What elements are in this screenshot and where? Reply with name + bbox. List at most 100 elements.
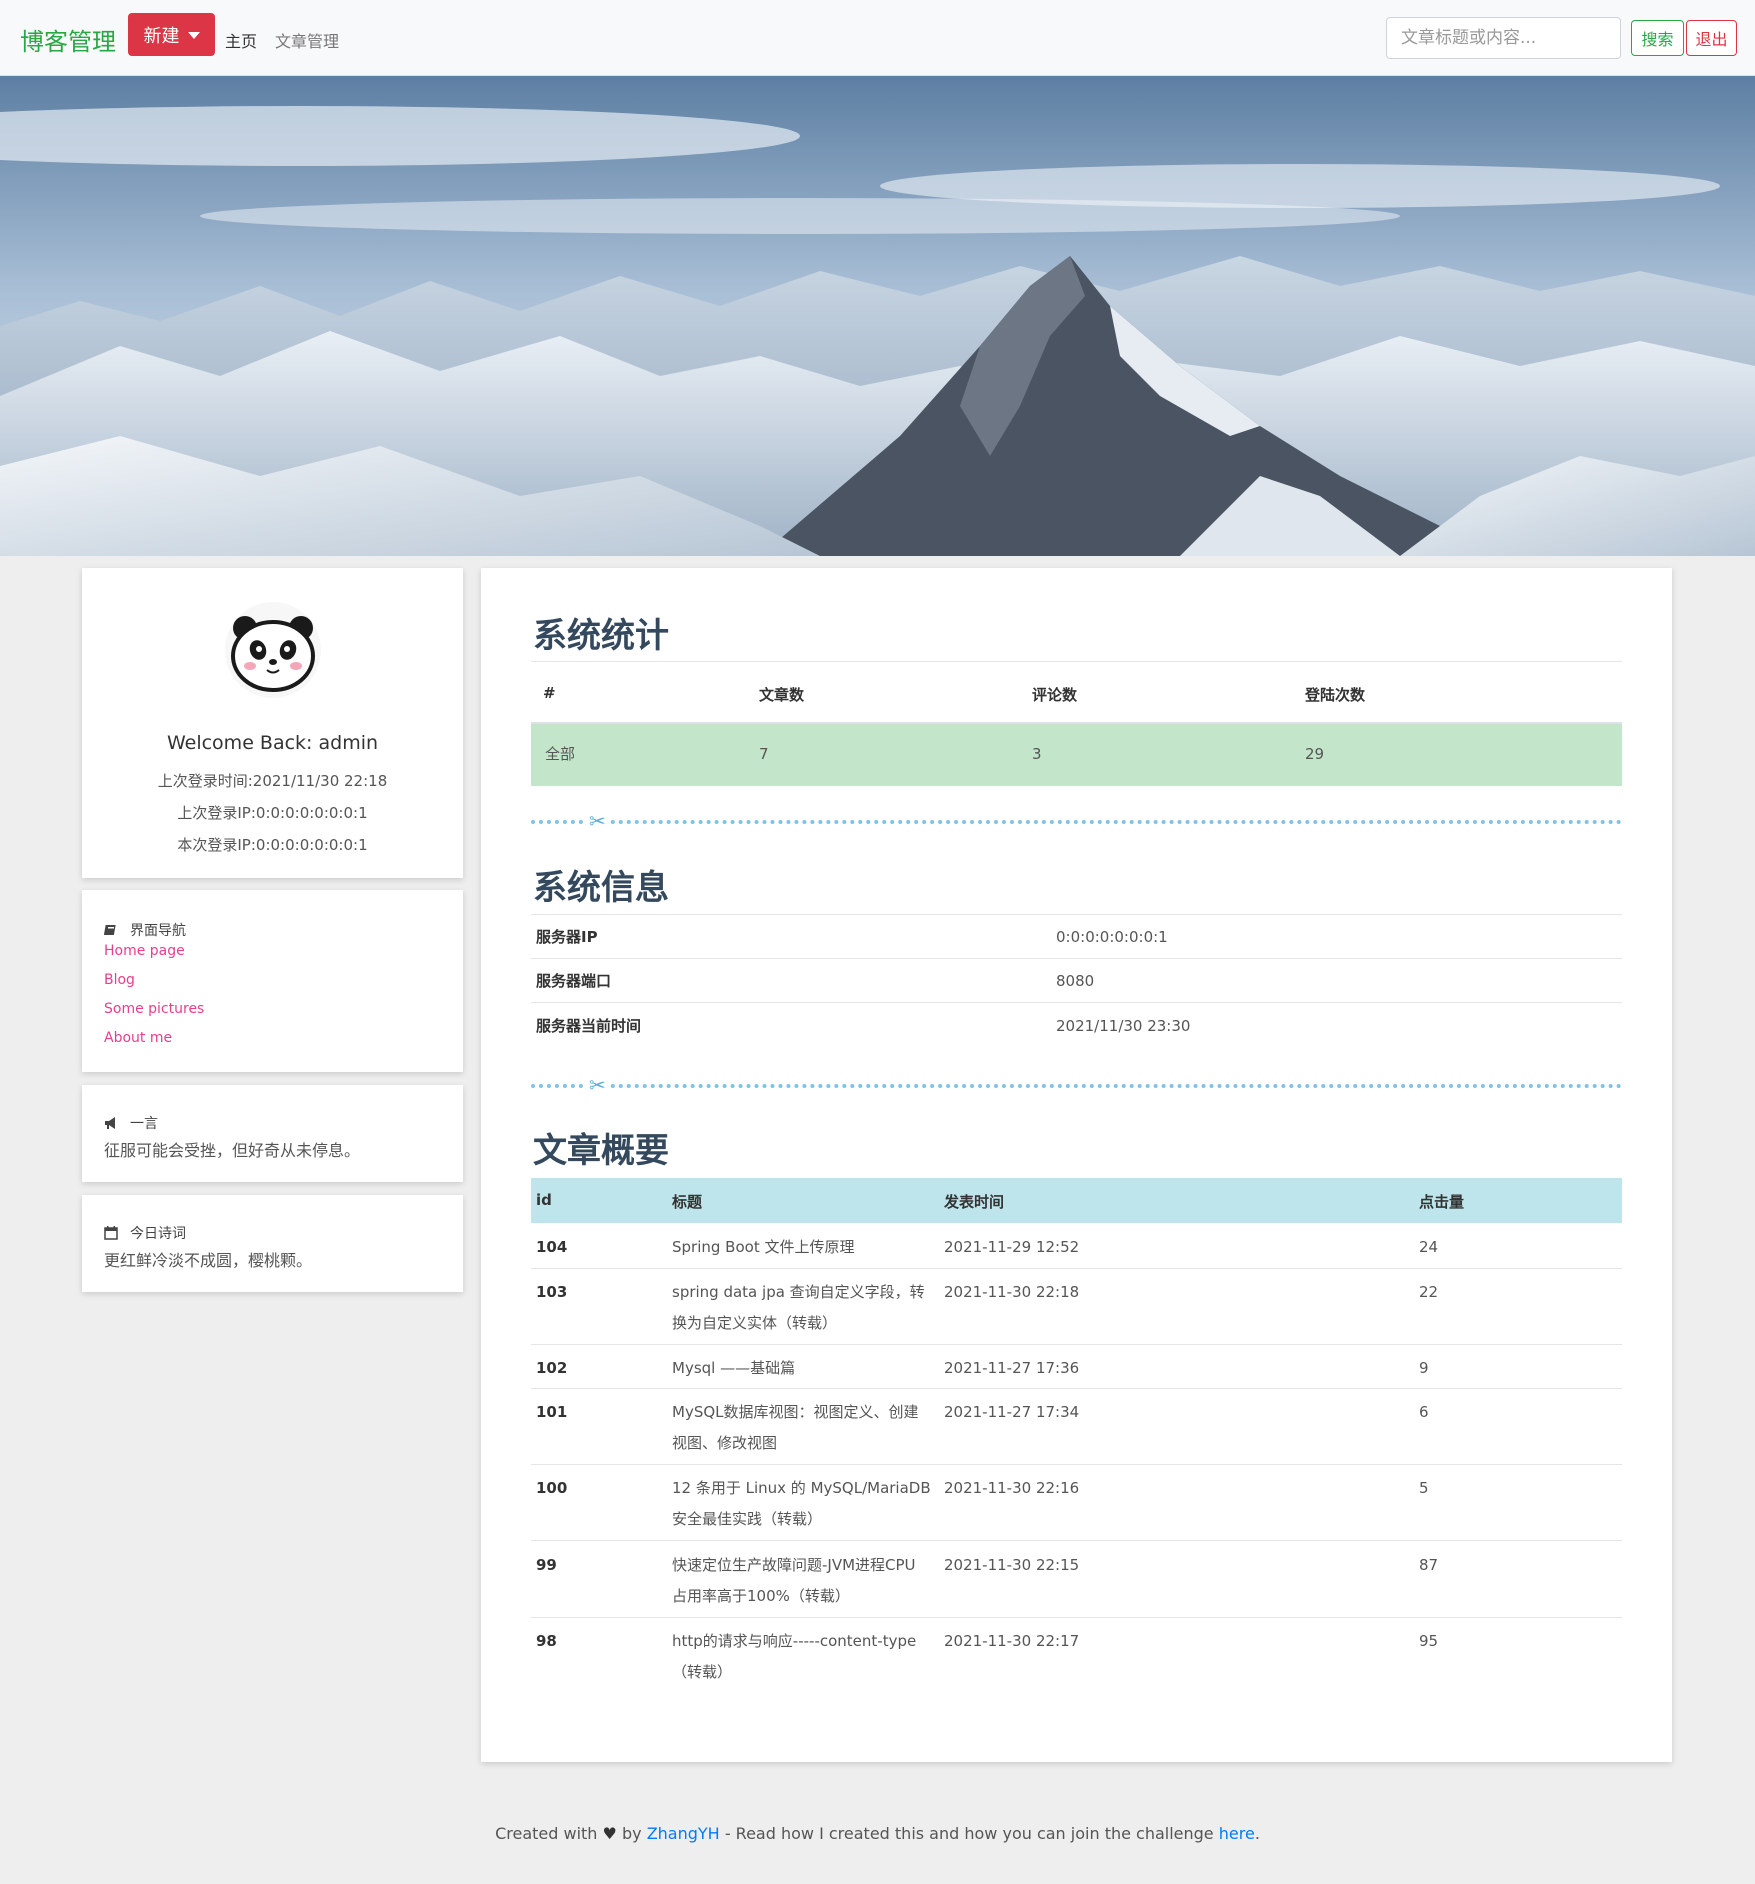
article-clicks: 5 [1419,1479,1429,1497]
article-title-link[interactable]: MySQL数据库视图：视图定义、创建 [672,1397,919,1428]
article-clicks: 9 [1419,1359,1429,1377]
new-dropdown-button[interactable]: 新建 [128,13,215,56]
stats-cell-articles: 7 [759,745,769,763]
footer-created-with: Created with [495,1824,598,1843]
article-clicks: 22 [1419,1283,1439,1301]
info-border-1 [531,958,1622,959]
poem-card: 今日诗词 更红鲜冷淡不成圆，樱桃颗。 [82,1195,463,1292]
article-id: 99 [536,1556,557,1574]
quote-card-title-text: 一言 [130,1116,158,1132]
sidebar-link-blog[interactable]: Blog [104,972,135,988]
sidebar-link-some-pictures[interactable]: Some pictures [104,1001,204,1017]
info-value-time: 2021/11/30 23:30 [1056,1017,1191,1035]
scissors-icon: ✂ [585,811,610,831]
caret-down-icon [187,32,200,39]
stats-header-hash: # [543,684,556,702]
stats-cell-comments: 3 [1032,745,1042,763]
nav-articles-link[interactable]: 文章管理 [275,28,339,52]
article-title-line2[interactable]: 视图、修改视图 [672,1428,777,1459]
search-button[interactable]: 搜索 [1631,20,1684,56]
articles-header-title: 标题 [672,1193,703,1211]
article-title-link[interactable]: http的请求与响应-----content-type [672,1626,916,1657]
article-clicks: 24 [1419,1238,1439,1256]
info-value-port: 8080 [1056,972,1095,990]
article-clicks: 6 [1419,1403,1429,1421]
search-input[interactable] [1386,17,1621,59]
stats-cell-label: 全部 [545,745,576,763]
last-login-ip: 上次登录IP:0:0:0:0:0:0:0:1 [177,804,368,822]
article-title-link[interactable]: Mysql ——基础篇 [672,1353,795,1384]
heart-icon: ♥ [602,1824,617,1843]
info-label-ip: 服务器IP [536,928,598,946]
article-title-line2[interactable]: 安全最佳实践（转载） [672,1504,822,1535]
article-title-line2[interactable]: （转载） [672,1657,732,1688]
mountain-illustration [0,76,1755,556]
articles-section-title: 文章概要 [533,1131,669,1171]
poem-text: 更红鲜冷淡不成圆，樱桃颗。 [104,1251,313,1270]
stats-section-title: 系统统计 [533,616,669,656]
poem-card-title: 今日诗词 [104,1223,186,1243]
article-id: 104 [536,1238,568,1256]
info-label-time: 服务器当前时间 [536,1017,642,1035]
article-time: 2021-11-30 22:16 [944,1479,1080,1497]
article-title-link[interactable]: Spring Boot 文件上传原理 [672,1232,854,1263]
stats-header-comments: 评论数 [1032,686,1078,704]
article-time: 2021-11-27 17:36 [944,1359,1080,1377]
articles-header-clicks: 点击量 [1419,1193,1465,1211]
panda-avatar[interactable] [223,600,323,700]
footer-middle-text: - Read how I created this and how you ca… [724,1824,1214,1843]
stats-header-logins: 登陆次数 [1305,686,1366,704]
nav-card-title: 界面导航 [104,920,186,940]
dotted-divider-2: ✂ [531,1075,1622,1095]
article-time: 2021-11-30 22:18 [944,1283,1080,1301]
new-button-label: 新建 [143,25,180,47]
stats-cell-logins: 29 [1305,745,1325,763]
article-id: 100 [536,1479,568,1497]
interface-nav-card: 界面导航 Home page Blog Some pictures About … [82,890,463,1072]
top-navbar: 博客管理 新建 主页 文章管理 搜索 退出 [0,0,1755,76]
article-id: 101 [536,1403,568,1421]
table-row-border [531,1464,1622,1465]
sidebar-link-home-page[interactable]: Home page [104,943,185,959]
article-title-link[interactable]: spring data jpa 查询自定义字段，转 [672,1277,925,1308]
article-clicks: 95 [1419,1632,1439,1650]
poem-card-title-text: 今日诗词 [130,1226,186,1242]
article-time: 2021-11-30 22:17 [944,1632,1080,1650]
stats-header-articles: 文章数 [759,686,805,704]
article-time: 2021-11-30 22:15 [944,1556,1080,1574]
info-border-2 [531,1002,1622,1003]
article-title-link[interactable]: 12 条用于 Linux 的 MySQL/MariaDB [672,1473,931,1504]
hero-mountain-banner [0,76,1755,556]
current-login-ip: 本次登录IP:0:0:0:0:0:0:0:1 [177,836,368,854]
stats-top-border [531,661,1622,662]
articles-header-time: 发表时间 [944,1193,1005,1211]
info-label-port: 服务器端口 [536,972,612,990]
nav-home-link[interactable]: 主页 [225,28,257,52]
article-clicks: 87 [1419,1556,1439,1574]
article-time: 2021-11-29 12:52 [944,1238,1080,1256]
articles-header-id: id [536,1191,552,1209]
scissors-icon: ✂ [585,1075,610,1095]
logout-button[interactable]: 退出 [1686,20,1737,56]
brand-title[interactable]: 博客管理 [20,22,116,57]
footer-here-link[interactable]: here [1219,1824,1255,1843]
table-row-border [531,1617,1622,1618]
stats-row-all [531,724,1622,786]
table-row-border [531,1388,1622,1389]
table-row-border [531,1268,1622,1269]
sidebar-link-about-me[interactable]: About me [104,1030,172,1046]
quote-card-title: 一言 [104,1113,158,1133]
book-icon [104,925,116,935]
info-border-0 [531,914,1622,915]
article-title-link[interactable]: 快速定位生产故障问题-JVM进程CPU [672,1550,916,1581]
article-id: 103 [536,1283,568,1301]
nav-card-title-text: 界面导航 [130,923,186,939]
article-title-line2[interactable]: 换为自定义实体（转载） [672,1308,837,1339]
calendar-icon [104,1226,118,1240]
footer-author-link[interactable]: ZhangYH [647,1824,720,1843]
megaphone-icon [105,1117,115,1129]
quote-text: 征服可能会受挫，但好奇从未停息。 [104,1141,361,1160]
page-footer: Created with ♥ by ZhangYH - Read how I c… [0,1824,1755,1843]
article-title-line2[interactable]: 占用率高于100%（转载） [672,1581,850,1612]
quote-card: 一言 征服可能会受挫，但好奇从未停息。 [82,1085,463,1182]
